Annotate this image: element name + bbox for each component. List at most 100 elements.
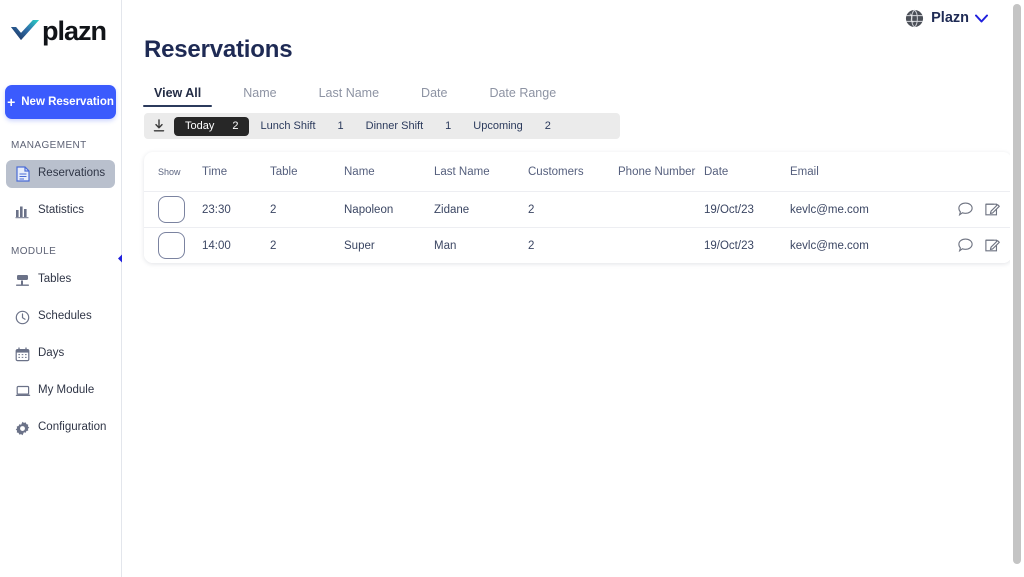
sidebar-item-tables[interactable]: Tables <box>6 266 115 294</box>
page-title: Reservations <box>144 36 293 63</box>
filter-chip-count: 1 <box>445 120 452 132</box>
bar-chart-icon <box>14 203 31 219</box>
new-reservation-button[interactable]: + New Reservation <box>5 85 116 119</box>
tab-last-name[interactable]: Last Name <box>319 86 379 107</box>
filter-chip-dinner-shift[interactable]: Dinner Shift 1 <box>355 117 463 136</box>
filter-chip-lunch-shift[interactable]: Lunch Shift 1 <box>249 117 354 136</box>
column-header-table[interactable]: Table <box>270 166 344 178</box>
tab-date-range[interactable]: Date Range <box>489 86 556 107</box>
sidebar-item-configuration[interactable]: Configuration <box>6 414 115 442</box>
filter-chip-label: Dinner Shift <box>365 120 424 132</box>
column-header-show: Show <box>158 166 181 177</box>
row-select-checkbox[interactable] <box>158 232 185 259</box>
cell-date: 19/Oct/23 <box>704 239 754 252</box>
chevron-down-icon[interactable] <box>975 14 988 23</box>
row-checkbox-cell <box>144 232 202 259</box>
filter-chip-today[interactable]: Today 2 <box>174 116 250 136</box>
filter-chip-count: 2 <box>544 120 551 132</box>
sidebar-item-label: My Module <box>38 384 95 397</box>
tab-label: Date <box>421 86 448 100</box>
column-header-email[interactable]: Email <box>790 166 926 178</box>
tab-label: View All <box>154 86 202 100</box>
tab-date[interactable]: Date <box>421 86 447 107</box>
sidebar-item-reservations[interactable]: Reservations <box>6 160 115 188</box>
tab-label: Date Range <box>489 86 557 100</box>
sidebar-item-label: Schedules <box>38 310 92 323</box>
cell-name: Napoleon <box>344 203 394 216</box>
cell-name: Super <box>344 239 375 252</box>
column-header-date[interactable]: Date <box>704 166 790 178</box>
main-content: Plazn Reservations View All Name Last Na… <box>122 0 1024 577</box>
table-header-row: Show Time Table Name Last Name Customers… <box>144 152 1012 191</box>
cell-email: kevlc@me.com <box>790 203 869 216</box>
cell-table: 2 <box>270 203 277 216</box>
tab-label: Name <box>243 86 277 100</box>
filter-chip-label: Today <box>185 120 215 132</box>
scrollbar-thumb[interactable] <box>1013 4 1021 564</box>
filter-chip-label: Lunch Shift <box>260 120 316 132</box>
tab-name[interactable]: Name <box>243 86 276 107</box>
cell-last-name: Zidane <box>434 203 470 216</box>
column-header-name[interactable]: Name <box>344 166 434 178</box>
sidebar-item-label: Statistics <box>38 204 85 217</box>
sidebar-group-label-module: MODULE <box>11 246 57 257</box>
reservations-table: Show Time Table Name Last Name Customers… <box>144 152 1012 263</box>
comment-icon[interactable] <box>957 237 974 254</box>
checkmark-icon <box>11 20 39 40</box>
table-icon <box>14 272 31 288</box>
cell-table: 2 <box>270 239 277 252</box>
gear-icon <box>14 420 31 436</box>
document-icon <box>14 166 31 182</box>
column-header-last-name[interactable]: Last Name <box>434 166 528 178</box>
new-reservation-label: New Reservation <box>21 96 114 108</box>
clock-icon <box>14 309 31 325</box>
column-header-time[interactable]: Time <box>202 166 270 178</box>
plus-icon: + <box>7 94 16 110</box>
laptop-icon <box>14 383 31 399</box>
sidebar-item-statistics[interactable]: Statistics <box>6 197 115 225</box>
table-row[interactable]: 23:30 2 Napoleon Zidane 2 19/Oct/23 kevl… <box>144 191 1012 227</box>
cell-email: kevlc@me.com <box>790 239 869 252</box>
tab-label: Last Name <box>318 86 380 100</box>
sidebar-item-label: Days <box>38 347 65 360</box>
topbar: Plazn <box>142 0 1012 30</box>
edit-icon[interactable] <box>984 201 1001 218</box>
calendar-icon <box>14 346 31 362</box>
sidebar-item-schedules[interactable]: Schedules <box>6 303 115 331</box>
row-actions <box>926 237 1012 254</box>
filter-chip-count: 1 <box>337 120 344 132</box>
logo-text: plazn <box>42 15 107 46</box>
table-row[interactable]: 14:00 2 Super Man 2 19/Oct/23 kevlc@me.c… <box>144 227 1012 263</box>
download-icon[interactable] <box>152 119 166 133</box>
sidebar-item-label: Reservations <box>38 167 106 180</box>
sidebar: plazn + New Reservation MANAGEMENT Reser… <box>0 0 123 577</box>
filter-chip-label: Upcoming <box>473 120 523 132</box>
column-header-customers[interactable]: Customers <box>528 166 618 178</box>
account-name: Plazn <box>931 10 969 26</box>
app-root: plazn + New Reservation MANAGEMENT Reser… <box>0 0 1024 577</box>
cell-time: 23:30 <box>202 203 231 216</box>
cell-last-name: Man <box>434 239 457 252</box>
page-scrollbar[interactable] <box>1010 0 1024 577</box>
row-select-checkbox[interactable] <box>158 196 185 223</box>
sidebar-item-label: Tables <box>38 273 72 286</box>
cell-customers: 2 <box>528 203 535 216</box>
tab-bar: View All Name Last Name Date Date Range <box>142 79 1012 107</box>
row-actions <box>926 201 1012 218</box>
sidebar-group-label-management: MANAGEMENT <box>11 140 87 151</box>
filter-bar: Today 2 Lunch Shift 1 Dinner Shift 1 Upc… <box>144 113 620 139</box>
tab-view-all[interactable]: View All <box>142 86 213 107</box>
column-header-phone-number[interactable]: Phone Number <box>618 166 704 178</box>
table-body: 23:30 2 Napoleon Zidane 2 19/Oct/23 kevl… <box>144 191 1012 263</box>
globe-icon <box>906 9 924 27</box>
cell-time: 14:00 <box>202 239 231 252</box>
sidebar-item-days[interactable]: Days <box>6 340 115 368</box>
cell-date: 19/Oct/23 <box>704 203 754 216</box>
sidebar-item-my-module[interactable]: My Module <box>6 377 115 405</box>
filter-chip-count: 2 <box>232 120 239 132</box>
filter-chip-upcoming[interactable]: Upcoming 2 <box>462 117 562 136</box>
edit-icon[interactable] <box>984 237 1001 254</box>
cell-customers: 2 <box>528 239 535 252</box>
comment-icon[interactable] <box>957 201 974 218</box>
logo[interactable]: plazn <box>0 0 121 62</box>
